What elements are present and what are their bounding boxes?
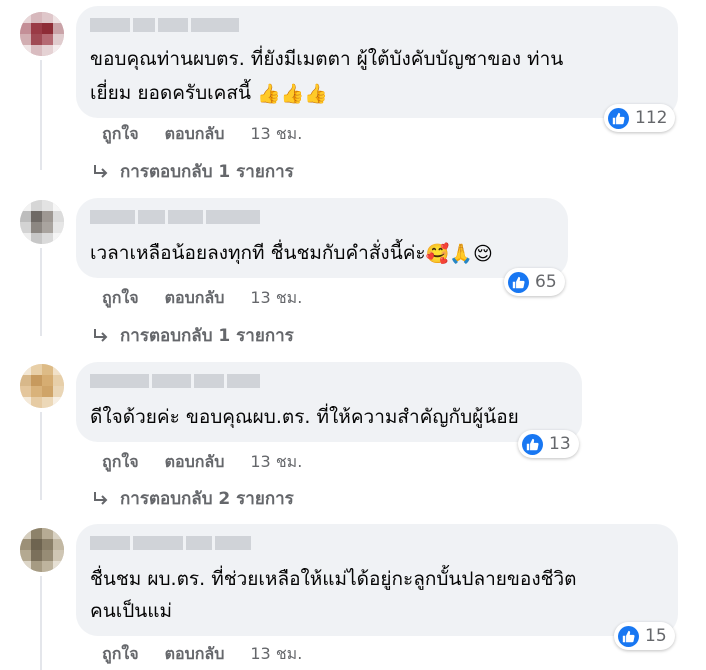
comment-actions: ถูกใจ ตอบกลับ 13 ชม.: [102, 122, 302, 147]
author-name-redacted[interactable]: [90, 536, 260, 550]
like-button[interactable]: ถูกใจ: [102, 642, 139, 667]
avatar[interactable]: [20, 12, 64, 56]
like-icon: [608, 107, 629, 129]
like-button[interactable]: ถูกใจ: [102, 286, 139, 311]
smiling-face-with-hearts-emoji-icon: 🥰: [425, 242, 450, 265]
comment-bubble: เวลาเหลือน้อยลงทุกที ชื่นชมกับคำสั่งนี้ค…: [76, 198, 568, 296]
reply-button[interactable]: ตอบกลับ: [165, 286, 225, 311]
thread-line: [40, 60, 42, 170]
reaction-count[interactable]: 13: [518, 430, 579, 458]
author-name-redacted[interactable]: [90, 18, 260, 32]
timestamp[interactable]: 13 ชม.: [250, 286, 302, 311]
thumbs-up-emoji-icon: 👍: [304, 82, 329, 105]
replies-label: การตอบกลับ 1 รายการ: [120, 162, 294, 182]
reaction-number: 65: [535, 272, 557, 292]
avatar[interactable]: [20, 528, 64, 572]
thumbs-up-emoji-icon: 👍: [280, 82, 305, 105]
thumbs-up-emoji-icon: 👍: [257, 82, 281, 105]
reply-arrow-icon: [94, 328, 108, 342]
timestamp[interactable]: 13 ชม.: [250, 450, 302, 475]
smiling-face-emoji-icon: 😌: [472, 242, 493, 265]
avatar[interactable]: [20, 364, 64, 408]
reaction-number: 13: [549, 434, 571, 454]
like-icon: [508, 271, 529, 293]
replies-label: การตอบกลับ 2 รายการ: [120, 489, 294, 509]
comment-text-line-2: คนเป็นแม่: [90, 600, 173, 622]
comment-bubble: ดีใจด้วยค่ะ ขอบคุณผบ.ตร. ที่ให้ความสำคัญ…: [76, 362, 582, 458]
view-replies-link[interactable]: การตอบกลับ 1 รายการ: [92, 322, 294, 349]
thread-line: [40, 576, 42, 670]
reply-button[interactable]: ตอบกลับ: [165, 450, 225, 475]
comment-actions: ถูกใจ ตอบกลับ 13 ชม.: [102, 286, 302, 311]
comment-actions: ถูกใจ ตอบกลับ 13 ชม.: [102, 642, 302, 667]
avatar[interactable]: [20, 200, 64, 244]
comment-text: เวลาเหลือน้อยลงทุกที ชื่นชมกับคำสั่งนี้ค…: [90, 242, 426, 264]
comment-bubble: ขอบคุณท่านผบตร. ที่ยังมีเมตตา ผู้ใต้บังค…: [76, 6, 678, 132]
reply-arrow-icon: [94, 164, 108, 178]
reply-button[interactable]: ตอบกลับ: [165, 122, 225, 147]
reaction-count[interactable]: 65: [504, 268, 565, 296]
reply-button[interactable]: ตอบกลับ: [165, 642, 225, 667]
thread-line: [40, 412, 42, 500]
thread-line: [40, 248, 42, 336]
like-icon: [522, 433, 543, 455]
comment-text-line-2: เยี่ยม ยอดครับเคสนี้ 👍👍👍: [90, 78, 328, 109]
comment-text: เยี่ยม ยอดครับเคสนี้: [90, 82, 251, 104]
comment-bubble: ชื่นชม ผบ.ตร. ที่ช่วยเหลือให้แม่ได้อยู่ก…: [76, 524, 678, 650]
comment-text-line-1: ขอบคุณท่านผบตร. ที่ยังมีเมตตา ผู้ใต้บังค…: [90, 48, 564, 70]
replies-label: การตอบกลับ 1 รายการ: [120, 326, 294, 346]
like-icon: [618, 625, 639, 647]
timestamp[interactable]: 13 ชม.: [250, 122, 302, 147]
like-button[interactable]: ถูกใจ: [102, 450, 139, 475]
comment-text-line-1: ดีใจด้วยค่ะ ขอบคุณผบ.ตร. ที่ให้ความสำคัญ…: [90, 406, 519, 428]
reaction-number: 15: [645, 626, 667, 646]
folded-hands-emoji-icon: 🙏: [449, 242, 473, 265]
comment-actions: ถูกใจ ตอบกลับ 13 ชม.: [102, 450, 302, 475]
timestamp[interactable]: 13 ชม.: [250, 642, 302, 667]
author-name-redacted[interactable]: [90, 374, 260, 388]
view-replies-link[interactable]: การตอบกลับ 2 รายการ: [92, 485, 294, 512]
like-button[interactable]: ถูกใจ: [102, 122, 139, 147]
reaction-number: 112: [635, 108, 668, 128]
view-replies-link[interactable]: การตอบกลับ 1 รายการ: [92, 158, 294, 185]
author-name-redacted[interactable]: [90, 210, 260, 224]
reaction-count[interactable]: 112: [604, 104, 676, 132]
comment-text-line-1: ชื่นชม ผบ.ตร. ที่ช่วยเหลือให้แม่ได้อยู่ก…: [90, 568, 577, 590]
comment-text-line-1: เวลาเหลือน้อยลงทุกที ชื่นชมกับคำสั่งนี้ค…: [90, 238, 493, 269]
reply-arrow-icon: [94, 491, 108, 505]
reaction-count[interactable]: 15: [614, 622, 675, 650]
